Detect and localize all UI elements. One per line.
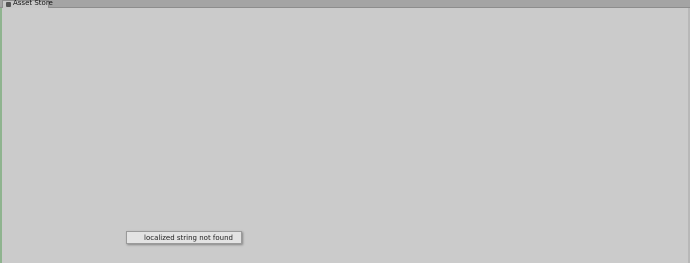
content-area — [0, 8, 690, 263]
tab-asset-store[interactable]: Asset Store — [2, 0, 53, 8]
notification-text: localized string not found — [144, 234, 233, 242]
notification-popup[interactable]: localized string not found — [126, 231, 242, 244]
tab-label: Asset Store — [13, 0, 53, 7]
asset-store-window: Asset Store localized string not found — [0, 0, 690, 263]
asset-store-icon — [6, 2, 11, 7]
left-border — [0, 8, 2, 263]
tab-bar: Asset Store — [0, 0, 690, 8]
